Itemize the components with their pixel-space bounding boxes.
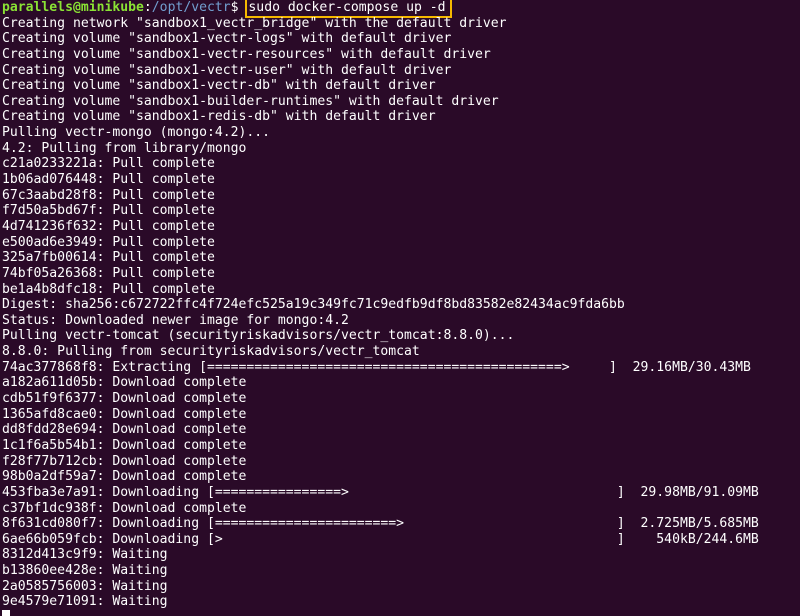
- output-line: Creating volume "sandbox1-builder-runtim…: [2, 93, 499, 109]
- prompt-symbol: $: [230, 0, 247, 15]
- output-line: Pulling vectr-mongo (mongo:4.2)...: [2, 125, 271, 141]
- output-line: 4d741236f632: Pull complete: [2, 218, 215, 234]
- output-line: 67c3aabd28f8: Pull complete: [2, 187, 215, 203]
- terminal-window[interactable]: parallels@minikube:/opt/vectr$ sudo dock…: [0, 0, 800, 616]
- output-line: 8.8.0: Pulling from securityriskadvisors…: [2, 344, 420, 360]
- output-line: b13860ee428e: Waiting: [2, 563, 168, 579]
- output-line: c37bf1dc938f: Download complete: [2, 500, 247, 516]
- output-line: 1c1f6a5b54b1: Download complete: [2, 437, 247, 453]
- output-line: Creating volume "sandbox1-redis-db" with…: [2, 109, 436, 125]
- output-line: Creating volume "sandbox1-vectr-db" with…: [2, 78, 436, 94]
- output-line: 74bf05a26368: Pull complete: [2, 265, 215, 281]
- output-line: Creating volume "sandbox1-vectr-user" wi…: [2, 62, 452, 78]
- text-cursor: [2, 609, 10, 616]
- output-line: Pulling vectr-tomcat (securityriskadviso…: [2, 328, 515, 344]
- output-line: dd8fdd28e694: Download complete: [2, 422, 247, 438]
- output-line: 6ae66b059fcb: Downloading [> ] 540kB/244…: [2, 531, 759, 547]
- prompt-separator: :: [143, 0, 152, 15]
- output-line: 98b0a2df59a7: Download complete: [2, 469, 247, 485]
- output-line: f7d50a5bd67f: Pull complete: [2, 203, 215, 219]
- output-line: cdb51f9f6377: Download complete: [2, 391, 247, 407]
- output-line: 1365afd8cae0: Download complete: [2, 406, 247, 422]
- output-line: f28f77b712cb: Download complete: [2, 453, 247, 469]
- output-line: 8f631cd080f7: Downloading [=============…: [2, 516, 759, 532]
- output-line: 1b06ad076448: Pull complete: [2, 172, 215, 188]
- output-line: 325a7fb00614: Pull complete: [2, 250, 215, 266]
- output-line: Creating volume "sandbox1-vectr-logs" wi…: [2, 31, 452, 47]
- output-line: Digest: sha256:c672722ffc4f724efc525a19c…: [2, 297, 625, 313]
- prompt-line: parallels@minikube:/opt/vectr$ sudo dock…: [2, 0, 800, 18]
- output-line: Status: Downloaded newer image for mongo…: [2, 312, 349, 328]
- output-line: be1a4b8dfc18: Pull complete: [2, 281, 215, 297]
- output-line: Creating volume "sandbox1-vectr-resource…: [2, 46, 491, 62]
- output-line: 4.2: Pulling from library/mongo: [2, 140, 247, 156]
- prompt-user-host: parallels@minikube: [2, 0, 144, 15]
- output-line: 8312d413c9f9: Waiting: [2, 547, 168, 563]
- output-line: 9e4579e71091: Waiting: [2, 594, 168, 610]
- command-text: sudo docker-compose up -d: [248, 0, 446, 15]
- output-line: 74ac377868f8: Extracting [==============…: [2, 359, 751, 375]
- prompt-path: /opt/vectr: [151, 0, 231, 15]
- output-line: a182a611d05b: Download complete: [2, 375, 247, 391]
- cursor-line: [2, 609, 800, 616]
- output-line: 453fba3e7a91: Downloading [=============…: [2, 484, 759, 500]
- output-line: e500ad6e3949: Pull complete: [2, 234, 215, 250]
- command-highlight: sudo docker-compose up -d: [245, 0, 452, 18]
- output-line: c21a0233221a: Pull complete: [2, 156, 215, 172]
- terminal-output: Creating network "sandbox1_vectr_bridge"…: [2, 16, 800, 610]
- output-line: 2a0585756003: Waiting: [2, 578, 168, 594]
- output-line: Creating network "sandbox1_vectr_bridge"…: [2, 15, 507, 31]
